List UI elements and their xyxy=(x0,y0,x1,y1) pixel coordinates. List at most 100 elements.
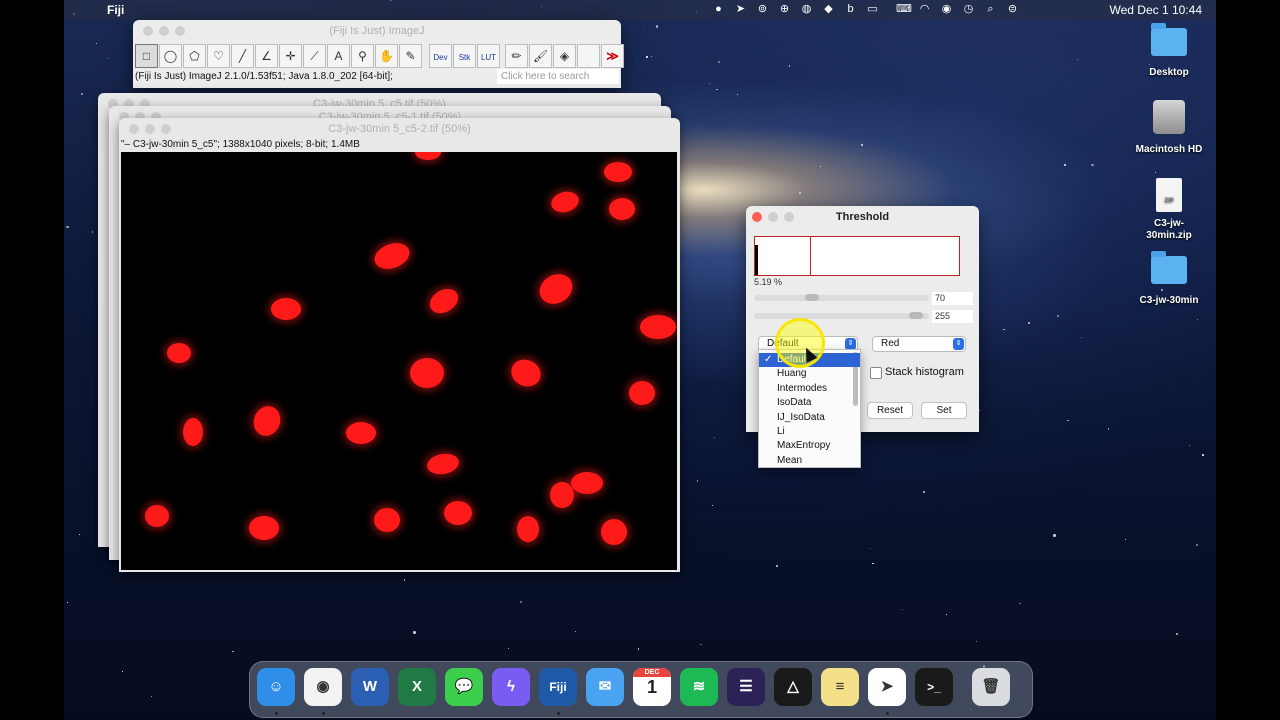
dock-word[interactable]: W xyxy=(351,668,389,706)
stk-menu[interactable]: Stk xyxy=(453,44,476,68)
stack-histogram-checkbox[interactable] xyxy=(870,367,882,379)
minimize-button[interactable] xyxy=(768,212,778,222)
vpn-icon[interactable]: ◍ xyxy=(800,3,813,16)
hand-tool[interactable]: ✋ xyxy=(375,44,398,68)
wifi-icon[interactable]: ◠ xyxy=(918,3,931,16)
dropdown-item-label: Intermodes xyxy=(777,382,828,394)
dock-fiji[interactable]: Fiji xyxy=(539,668,577,706)
wand-tool[interactable]: ⟋ xyxy=(303,44,326,68)
minimize-button[interactable] xyxy=(159,26,169,36)
close-button[interactable] xyxy=(143,26,153,36)
color-picker-tool[interactable]: ✎ xyxy=(399,44,422,68)
search-icon[interactable]: ⌕ xyxy=(984,3,997,16)
dropdown-item-huang[interactable]: Huang xyxy=(759,367,860,381)
dock-calendar[interactable]: DEC 1 xyxy=(633,668,671,706)
image-canvas[interactable] xyxy=(121,152,677,570)
zoom-button[interactable] xyxy=(161,124,171,134)
star xyxy=(107,58,108,60)
dock-excel[interactable]: X xyxy=(398,668,436,706)
calendar-month-label: DEC xyxy=(633,668,671,677)
reset-button[interactable]: Reset xyxy=(867,402,913,419)
flood-fill-tool[interactable]: ◈ xyxy=(553,44,576,68)
dropdown-item-label: Huang xyxy=(777,368,807,380)
dropdown-item-intermodes[interactable]: Intermodes xyxy=(759,382,860,396)
dock-stickies[interactable]: ≡ xyxy=(821,668,859,706)
star xyxy=(1067,420,1069,422)
star xyxy=(789,65,791,67)
dock-mail[interactable]: ✉ xyxy=(586,668,624,706)
dropdown-item-isodata[interactable]: IsoData xyxy=(759,396,860,410)
stk-menu-icon: Stk xyxy=(458,53,471,62)
dock-trash[interactable]: 🗑 xyxy=(972,668,1010,706)
line-tool[interactable]: ╱ xyxy=(231,44,254,68)
dev-menu[interactable]: Dev xyxy=(429,44,452,68)
image-window-active[interactable]: C3-jw-30min 5_c5-2.tif (50%) "– C3-jw-30… xyxy=(119,118,680,572)
dropdown-item-maxentropy[interactable]: MaxEntropy xyxy=(759,439,860,453)
max-threshold-slider[interactable] xyxy=(754,312,929,319)
desktop-icon-macintosh-hd[interactable]: Macintosh HD xyxy=(1129,100,1209,155)
dock-terminal[interactable]: >_ xyxy=(915,668,953,706)
slider-knob[interactable] xyxy=(909,312,923,319)
magnifier-tool[interactable]: ⚲ xyxy=(351,44,374,68)
b-icon[interactable]: b xyxy=(844,3,857,16)
dropdown-item-mean[interactable]: Mean xyxy=(759,454,860,467)
point-tool-icon: ✛ xyxy=(285,49,296,63)
close-button[interactable] xyxy=(129,124,139,134)
dropdown-item-ij-isodata[interactable]: IJ_IsoData xyxy=(759,411,860,425)
dropdown-item-li[interactable]: Li xyxy=(759,425,860,439)
dock-messages[interactable]: 💬 xyxy=(445,668,483,706)
dock-messenger[interactable]: ϟ xyxy=(492,668,530,706)
globe-icon[interactable]: ⊕ xyxy=(778,3,791,16)
display-select[interactable]: Red ⇕ xyxy=(872,336,966,352)
set-button[interactable]: Set xyxy=(921,402,967,419)
pencil-tool[interactable]: ✏ xyxy=(505,44,528,68)
search-input[interactable]: Click here to search xyxy=(497,69,619,84)
more-tools[interactable]: ≫ xyxy=(601,44,624,68)
dock-pointer-app[interactable]: ➤ xyxy=(868,668,906,706)
star xyxy=(716,88,718,91)
angle-tool[interactable]: ∠ xyxy=(255,44,278,68)
dock-prism[interactable]: △ xyxy=(774,668,812,706)
checkmark-icon: ✓ xyxy=(764,354,773,365)
star xyxy=(1196,543,1199,546)
desktop-icon-desktop[interactable]: Desktop xyxy=(1129,23,1209,78)
min-threshold-slider[interactable] xyxy=(754,294,929,301)
rectangle-tool[interactable]: □ xyxy=(135,44,158,68)
close-button[interactable] xyxy=(752,212,762,222)
desktop-icon-zip[interactable]: ZIP C3-jw-30min.zip xyxy=(1129,178,1209,242)
creative-cloud-icon[interactable]: ⊚ xyxy=(756,3,769,16)
oval-tool[interactable]: ◯ xyxy=(159,44,182,68)
clock[interactable]: Wed Dec 1 10:44 xyxy=(1109,3,1202,17)
lut-menu[interactable]: LUT xyxy=(477,44,500,68)
star xyxy=(860,144,864,147)
excel-icon: X xyxy=(411,678,422,695)
time-machine-icon[interactable]: ◷ xyxy=(962,3,975,16)
blank-tool[interactable] xyxy=(577,44,600,68)
control-center-icon[interactable]: ⊜ xyxy=(1006,3,1019,16)
point-tool[interactable]: ✛ xyxy=(279,44,302,68)
cursor-icon[interactable]: ➤ xyxy=(734,3,747,16)
desktop-icon-folder[interactable]: C3-jw-30min xyxy=(1129,251,1209,306)
zoom-button[interactable] xyxy=(784,212,794,222)
dock-finder[interactable]: ☺ xyxy=(257,668,295,706)
slider-knob[interactable] xyxy=(804,294,819,301)
brush-tool[interactable]: 🖌 xyxy=(529,44,552,68)
freehand-tool[interactable]: ♡ xyxy=(207,44,230,68)
stop-recording-icon[interactable]: ● xyxy=(712,3,725,16)
keyboard-icon[interactable]: ⌨ xyxy=(896,3,912,16)
min-threshold-value[interactable]: 70 xyxy=(932,292,973,305)
dropbox-icon[interactable]: ◆ xyxy=(822,3,835,16)
star xyxy=(91,231,94,233)
dock-eclipse[interactable]: ☰ xyxy=(727,668,765,706)
user-icon[interactable]: ◉ xyxy=(940,3,953,16)
app-name[interactable]: Fiji xyxy=(107,3,124,17)
dock-spotify[interactable]: ≋ xyxy=(680,668,718,706)
minimize-button[interactable] xyxy=(145,124,155,134)
polygon-tool[interactable]: ⬠ xyxy=(183,44,206,68)
max-threshold-value[interactable]: 255 xyxy=(932,310,973,323)
battery-icon[interactable]: ▭ xyxy=(866,3,879,16)
text-tool[interactable]: A xyxy=(327,44,350,68)
dock-chrome[interactable]: ◉ xyxy=(304,668,342,706)
zoom-button[interactable] xyxy=(175,26,185,36)
magnifier-tool-icon: ⚲ xyxy=(358,49,367,63)
